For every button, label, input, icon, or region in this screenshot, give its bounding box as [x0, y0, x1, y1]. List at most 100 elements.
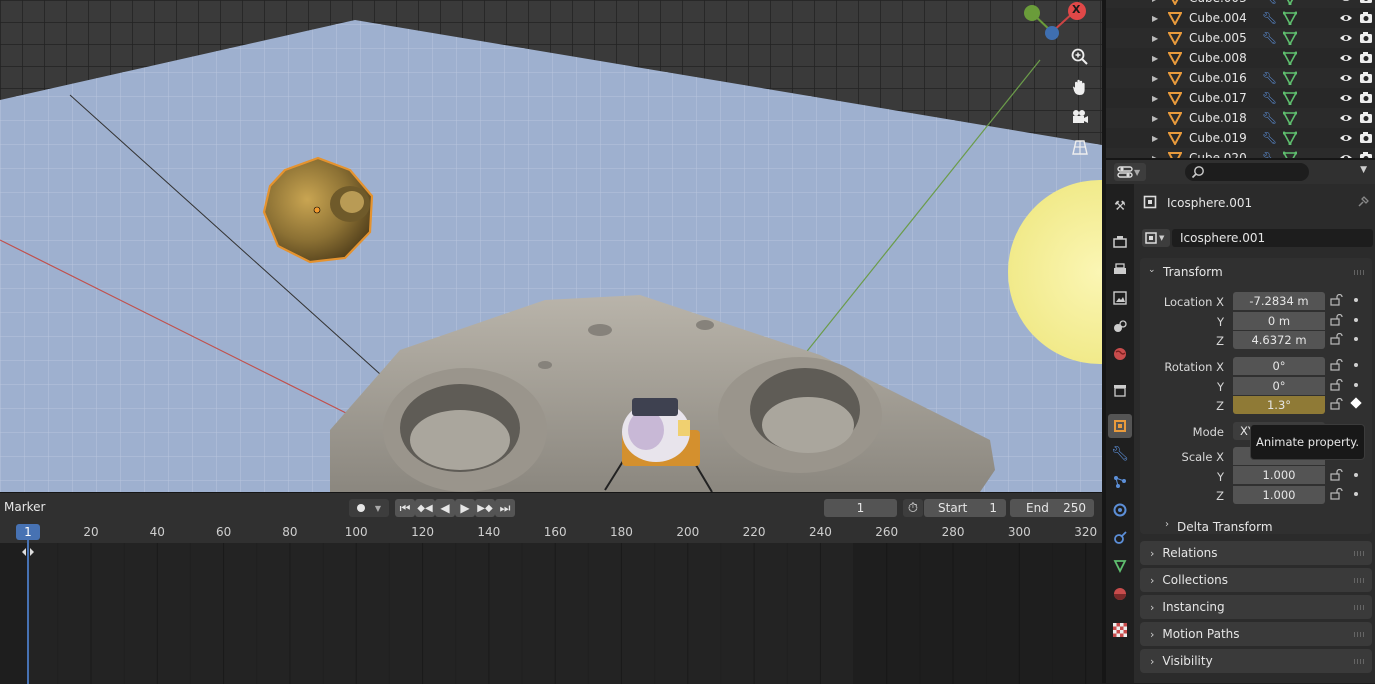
lock-icon[interactable]: [1330, 398, 1342, 410]
options-chevron-icon[interactable]: ▼: [1360, 165, 1367, 175]
mesh-data-icon[interactable]: [1283, 71, 1297, 85]
panel-grip-icon[interactable]: [1354, 270, 1366, 275]
render-camera-icon[interactable]: [1359, 131, 1373, 144]
outliner-row[interactable]: ▶Cube.018🔧︎: [1106, 108, 1375, 128]
rotation-y-field[interactable]: 0°: [1233, 377, 1325, 395]
outliner-item-name[interactable]: Cube.016: [1189, 71, 1247, 85]
panel-visibility[interactable]: ›Visibility: [1140, 649, 1372, 673]
jump-to-start-button[interactable]: ⏮: [395, 499, 415, 517]
3d-viewport[interactable]: X: [0, 0, 1102, 492]
timeline-track-area[interactable]: [0, 543, 1102, 684]
panel-grip-icon[interactable]: [1354, 551, 1366, 556]
lock-icon[interactable]: [1330, 333, 1342, 345]
tab-tool[interactable]: ⚒: [1108, 194, 1132, 218]
mesh-data-icon[interactable]: [1283, 0, 1297, 5]
modifier-wrench-icon[interactable]: 🔧︎: [1262, 151, 1277, 158]
lock-icon[interactable]: [1330, 359, 1342, 371]
render-camera-icon[interactable]: [1359, 51, 1373, 64]
mesh-data-icon[interactable]: [1283, 111, 1297, 125]
modifier-wrench-icon[interactable]: 🔧︎: [1262, 71, 1277, 85]
modifier-wrench-icon[interactable]: 🔧︎: [1262, 111, 1277, 125]
properties-search-input[interactable]: [1185, 163, 1309, 181]
outliner-row[interactable]: ▶Cube.008: [1106, 48, 1375, 68]
eye-visibility-icon[interactable]: [1339, 32, 1353, 44]
outliner-row[interactable]: ▶Cube.019🔧︎: [1106, 128, 1375, 148]
tab-data[interactable]: [1108, 554, 1132, 578]
render-camera-icon[interactable]: [1359, 31, 1373, 44]
delta-transform-subpanel[interactable]: Delta Transform: [1177, 520, 1273, 534]
lock-icon[interactable]: [1330, 469, 1342, 481]
outliner-item-name[interactable]: Cube.004: [1189, 11, 1247, 25]
perspective-grid-icon[interactable]: [1067, 134, 1093, 160]
object-type-dropdown[interactable]: ▼: [1142, 229, 1170, 247]
expand-arrow-icon[interactable]: ▶: [1152, 54, 1158, 63]
current-frame-field[interactable]: 1: [824, 499, 897, 517]
outliner-row[interactable]: ▶ Cube.017 🔧︎: [1106, 88, 1375, 108]
hand-pan-icon[interactable]: [1067, 74, 1093, 100]
tab-collection[interactable]: [1108, 378, 1132, 402]
timeline-ruler[interactable]: 2040608010012014016018020022024026028030…: [0, 521, 1102, 543]
eye-visibility-icon[interactable]: [1339, 92, 1353, 104]
panel-relations[interactable]: ›Relations: [1140, 541, 1372, 565]
playhead-frame-label[interactable]: 1: [16, 524, 40, 540]
eye-visibility-icon[interactable]: [1339, 52, 1353, 64]
tab-particles[interactable]: [1108, 470, 1132, 494]
marker-menu[interactable]: Marker: [4, 500, 45, 514]
modifier-wrench-icon[interactable]: 🔧︎: [1262, 11, 1277, 25]
collapsed-chevron-icon[interactable]: ›: [1165, 519, 1169, 530]
modifier-wrench-icon[interactable]: 🔧︎: [1262, 131, 1277, 145]
keying-dropdown[interactable]: ▼: [349, 499, 389, 517]
animate-property-dot[interactable]: [1354, 492, 1358, 496]
mesh-data-icon[interactable]: [1283, 51, 1297, 65]
outliner-item-name[interactable]: Cube.018: [1189, 111, 1247, 125]
modifier-wrench-icon[interactable]: 🔧︎: [1262, 91, 1277, 105]
orientation-gizmo[interactable]: [1018, 0, 1098, 45]
outliner-row[interactable]: ▶Cube.003🔧︎: [1106, 0, 1375, 8]
lock-icon[interactable]: [1330, 314, 1342, 326]
animate-property-dot[interactable]: [1354, 473, 1358, 477]
next-keyframe-button[interactable]: ▶◆: [475, 499, 495, 517]
eye-visibility-icon[interactable]: [1339, 0, 1353, 4]
outliner-item-name[interactable]: Cube.017: [1189, 91, 1247, 105]
panel-motion-paths[interactable]: ›Motion Paths: [1140, 622, 1372, 646]
play-reverse-button[interactable]: ◀: [435, 499, 455, 517]
end-frame-field[interactable]: End 250: [1010, 499, 1094, 517]
camera-icon[interactable]: [1067, 104, 1093, 130]
tab-physics[interactable]: [1108, 498, 1132, 522]
outliner-item-name[interactable]: Cube.020: [1189, 151, 1247, 158]
playhead-line[interactable]: [27, 540, 29, 684]
stopwatch-button[interactable]: ⏱: [903, 499, 923, 517]
modifier-wrench-icon[interactable]: 🔧︎: [1262, 31, 1277, 45]
tab-material[interactable]: [1108, 582, 1132, 606]
lock-icon[interactable]: [1330, 379, 1342, 391]
pin-icon[interactable]: [1356, 195, 1370, 209]
play-button[interactable]: ▶: [455, 499, 475, 517]
render-camera-icon[interactable]: [1359, 11, 1373, 24]
editor-type-button[interactable]: ▼: [1114, 163, 1146, 181]
rotation-z-field-keyframed[interactable]: 1.3°: [1233, 396, 1325, 414]
lock-icon[interactable]: [1330, 294, 1342, 306]
animate-property-dot[interactable]: [1354, 363, 1358, 367]
tab-constraints[interactable]: [1108, 526, 1132, 550]
timeline-editor[interactable]: Marker ▼ ⏮ ◆◀ ◀ ▶ ▶◆ ⏭ 1 ⏱ Start 1 End 2…: [0, 492, 1102, 683]
scale-z-field[interactable]: 1.000: [1233, 486, 1325, 504]
modifier-wrench-icon[interactable]: 🔧︎: [1262, 0, 1277, 5]
expand-arrow-icon[interactable]: ▶: [1152, 34, 1158, 43]
render-camera-icon[interactable]: [1359, 71, 1373, 84]
panel-collections[interactable]: ›Collections: [1140, 568, 1372, 592]
outliner-row[interactable]: ▶Cube.020🔧︎: [1106, 148, 1375, 158]
expand-arrow-icon[interactable]: ▶: [1152, 134, 1158, 143]
expand-arrow-icon[interactable]: ▶: [1152, 14, 1158, 23]
expand-arrow-icon[interactable]: ▶: [1152, 94, 1158, 103]
expanded-chevron-icon[interactable]: ⌄: [1148, 265, 1156, 275]
mesh-data-icon[interactable]: [1283, 31, 1297, 45]
tab-modifiers[interactable]: 🔧︎: [1108, 442, 1132, 466]
tab-object[interactable]: [1108, 414, 1132, 438]
scale-y-field[interactable]: 1.000: [1233, 466, 1325, 484]
location-z-field[interactable]: 4.6372 m: [1233, 331, 1325, 349]
animate-property-dot[interactable]: [1354, 298, 1358, 302]
mesh-data-icon[interactable]: [1283, 91, 1297, 105]
transform-header[interactable]: Transform: [1163, 265, 1223, 279]
render-camera-icon[interactable]: [1359, 151, 1373, 158]
outliner[interactable]: ▶Cube.003🔧︎▶Cube.004🔧︎▶Cube.005🔧︎▶Cube.0…: [1106, 0, 1375, 158]
